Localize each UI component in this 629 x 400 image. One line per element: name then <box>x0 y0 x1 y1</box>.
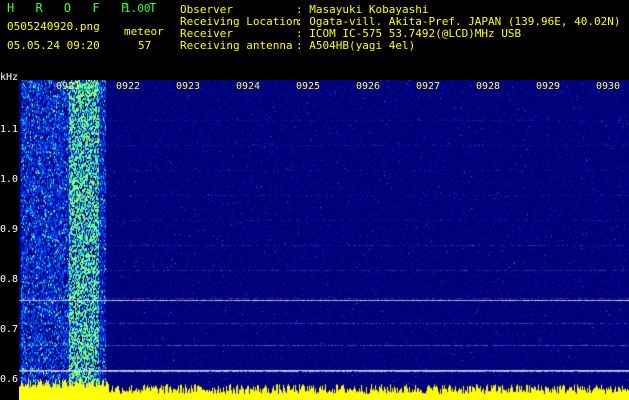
antenna-value: : A504HB(yagi 4el) <box>296 39 416 52</box>
antenna-label: Receiving antenna <box>180 39 293 52</box>
freq-tick: 0.8 <box>0 274 19 285</box>
time-tick: 0923 <box>176 81 201 92</box>
time-tick: 0928 <box>476 81 501 92</box>
app-version: 1.00 <box>124 2 151 15</box>
freq-tick: 1.0 <box>0 174 19 185</box>
time-tick: 0927 <box>416 81 441 92</box>
header-panel: H R O F F T 1.00 0505240920.png 05.05.24… <box>0 0 629 80</box>
time-tick: 0925 <box>296 81 321 92</box>
spectrogram-canvas <box>19 80 629 400</box>
time-tick: 0926 <box>356 81 381 92</box>
meteor-count: 57 <box>138 39 152 52</box>
time-tick: 0924 <box>236 81 261 92</box>
date-time: 05.05.24 09:20 <box>7 39 100 52</box>
meteor-label: meteor <box>124 25 164 38</box>
frequency-unit: kHz <box>0 72 19 83</box>
time-tick: 0921 <box>56 81 81 92</box>
freq-tick: 0.9 <box>0 224 19 235</box>
spectrogram <box>19 80 629 400</box>
time-tick: 0929 <box>536 81 561 92</box>
file-name: 0505240920.png <box>7 20 100 33</box>
freq-tick: 1.1 <box>0 124 19 135</box>
time-tick: 0930 <box>596 81 621 92</box>
freq-tick: 0.7 <box>0 324 19 335</box>
time-tick: 0922 <box>116 81 141 92</box>
freq-tick: 0.6 <box>0 374 19 385</box>
